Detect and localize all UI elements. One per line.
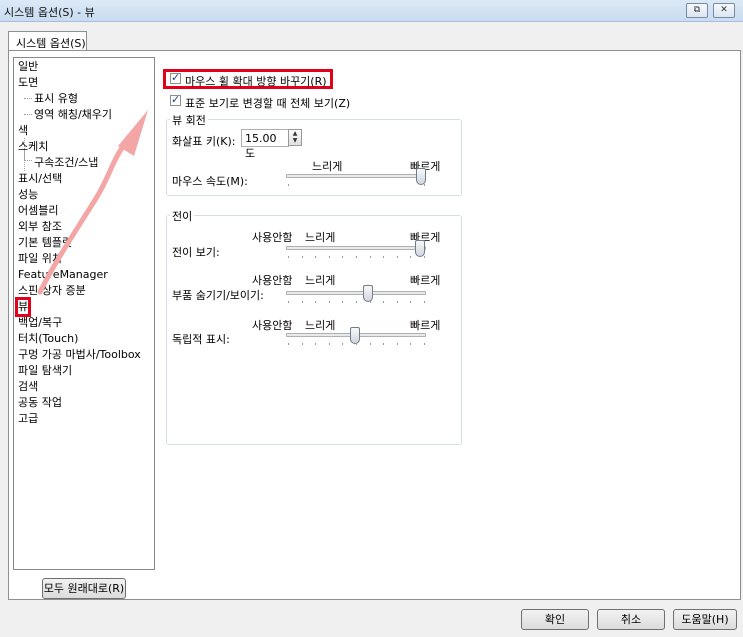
cancel-button[interactable]: 취소 [597, 609, 665, 630]
slider-tick [288, 301, 289, 303]
isolate-off-label: 사용안함 [252, 319, 293, 332]
slider-tick [424, 343, 425, 345]
slider-tick [383, 256, 385, 258]
reverse-wheel-zoom-label: 마우스 휠 확대 방향 바꾸기(R) [185, 75, 327, 88]
arrow-shaft [37, 145, 125, 295]
slider-tick [301, 343, 303, 345]
help-button[interactable]: 도움말(H) [673, 609, 737, 630]
slider-tick [288, 184, 289, 186]
slider-tick [288, 256, 289, 258]
slider-tick [342, 343, 344, 345]
mouse-speed-slow-label: 느리게 [312, 160, 343, 173]
hide-show-slow-label: 느리게 [305, 274, 336, 287]
slider-tick [410, 343, 412, 345]
hide-show-fast-label: 빠르게 [410, 274, 441, 287]
slider-tick [342, 301, 344, 303]
slider-tick [301, 301, 303, 303]
ok-button[interactable]: 확인 [521, 609, 589, 630]
transition-title: 전이 [170, 208, 195, 224]
slider-tick [356, 301, 357, 303]
slider-tick [410, 301, 412, 303]
isolate-fast-label: 빠르게 [410, 319, 441, 332]
slider-tick [315, 301, 317, 303]
hide-show-slider[interactable] [363, 285, 373, 302]
slider-tick [383, 343, 385, 345]
slider-tick [369, 301, 371, 303]
slider-tick [315, 343, 317, 345]
slider-tick [328, 343, 330, 345]
slider-tick [369, 256, 371, 258]
transition-slow-label: 느리게 [305, 231, 336, 244]
arrow-keys-spinner[interactable]: ▲ ▼ [288, 129, 302, 146]
hide-show-track [286, 291, 426, 295]
slider-tick [410, 256, 412, 258]
view-transition-label: 전이 보기: [172, 246, 220, 259]
view-transition-slider[interactable] [415, 240, 425, 257]
transition-off-label: 사용안함 [252, 231, 293, 244]
mouse-speed-label: 마우스 속도(M): [172, 175, 248, 188]
slider-tick [424, 301, 425, 303]
slider-tick [396, 343, 398, 345]
slider-tick [342, 256, 344, 258]
hide-show-off-label: 사용안함 [252, 274, 293, 287]
mouse-speed-slider[interactable] [416, 168, 426, 185]
slider-tick [315, 256, 317, 258]
isolate-label: 독립적 표시: [172, 333, 230, 346]
slider-tick [301, 256, 303, 258]
arrow-keys-label: 화살표 키(K): [172, 135, 236, 148]
hide-show-components-label: 부품 숨기기/보이기: [172, 289, 264, 302]
zoom-to-fit-checkbox[interactable] [170, 93, 181, 106]
slider-tick [424, 184, 425, 186]
slider-tick [328, 256, 330, 258]
mouse-speed-track [286, 174, 426, 178]
slider-tick [396, 301, 398, 303]
slider-tick [288, 343, 289, 345]
slider-tick [383, 301, 385, 303]
slider-tick [369, 343, 371, 345]
isolate-slow-label: 느리게 [305, 319, 336, 332]
zoom-to-fit-label: 표준 보기로 변경할 때 전체 보기(Z) [185, 97, 351, 110]
view-transition-track [286, 246, 426, 250]
slider-tick [396, 256, 398, 258]
view-rotation-title: 뷰 회전 [170, 112, 208, 128]
reverse-wheel-zoom-checkbox[interactable] [170, 71, 181, 84]
slider-tick [356, 343, 357, 345]
slider-tick [328, 301, 330, 303]
slider-tick [424, 256, 425, 258]
slider-tick [356, 256, 357, 258]
isolate-slider[interactable] [350, 327, 360, 344]
arrow-keys-input[interactable]: 15.00도 [241, 129, 289, 160]
